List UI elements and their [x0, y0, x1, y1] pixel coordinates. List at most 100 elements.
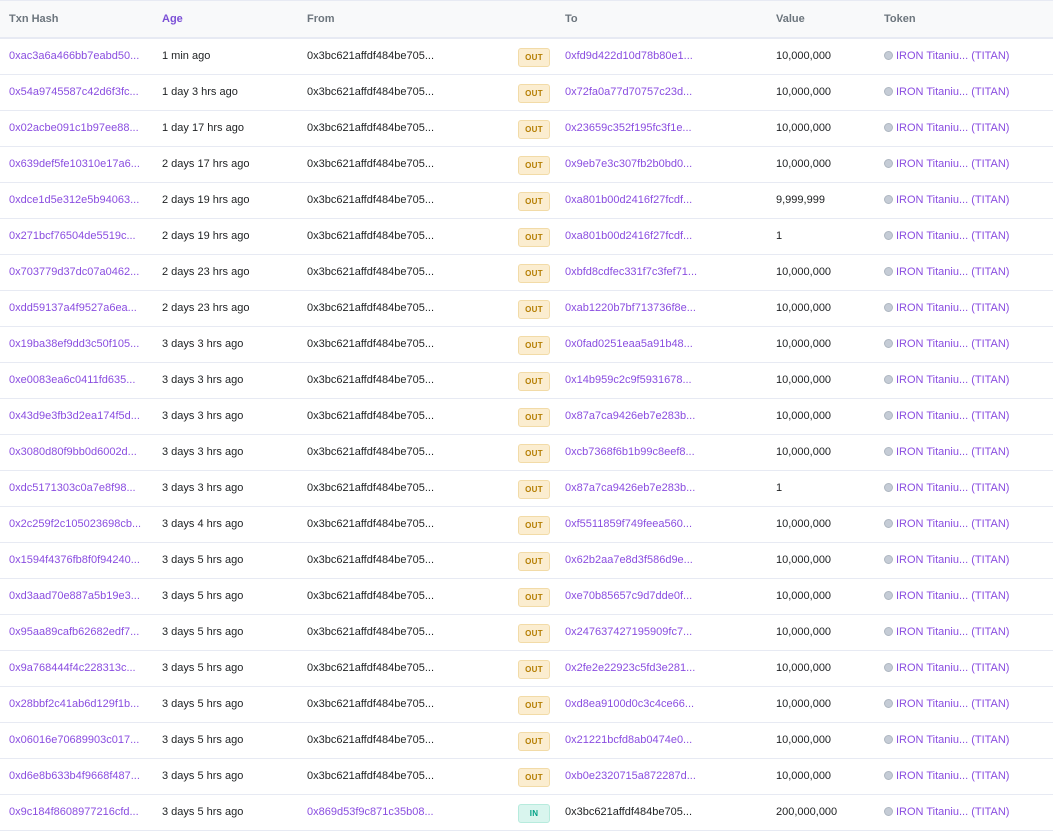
- token-link[interactable]: IRON Titaniu... (TITAN): [884, 122, 1009, 134]
- token-link[interactable]: IRON Titaniu... (TITAN): [884, 734, 1009, 746]
- token-link[interactable]: IRON Titaniu... (TITAN): [884, 338, 1009, 350]
- to-address[interactable]: 0xd8ea9100d0c3c4ce66...: [565, 698, 694, 710]
- token-label: IRON Titaniu... (TITAN): [896, 50, 1010, 62]
- value-text: 10,000,000: [776, 50, 832, 62]
- value-text: 1: [776, 230, 783, 242]
- direction-badge: OUT: [518, 120, 550, 139]
- txn-hash-link[interactable]: 0x3080d80f9bb0d6002d...: [9, 446, 137, 458]
- from-address[interactable]: 0x869d53f9c871c35b08...: [307, 806, 434, 818]
- token-link[interactable]: IRON Titaniu... (TITAN): [884, 230, 1009, 242]
- token-link[interactable]: IRON Titaniu... (TITAN): [884, 590, 1009, 602]
- to-address[interactable]: 0xa801b00d2416f27fcdf...: [565, 194, 692, 206]
- age-text: 2 days 17 hrs ago: [162, 158, 250, 170]
- to-address[interactable]: 0x87a7ca9426eb7e283b...: [565, 410, 695, 422]
- txn-hash-link[interactable]: 0x9a768444f4c228313c...: [9, 662, 136, 674]
- value-text: 10,000,000: [776, 626, 832, 638]
- to-address[interactable]: 0x21221bcfd8ab0474e0...: [565, 734, 692, 746]
- token-link[interactable]: IRON Titaniu... (TITAN): [884, 158, 1009, 170]
- token-label: IRON Titaniu... (TITAN): [896, 86, 1010, 98]
- to-address[interactable]: 0x2fe2e22923c5fd3e281...: [565, 662, 695, 674]
- age-text: 3 days 3 hrs ago: [162, 338, 244, 350]
- token-link[interactable]: IRON Titaniu... (TITAN): [884, 770, 1009, 782]
- to-address[interactable]: 0xcb7368f6b1b99c8eef8...: [565, 446, 695, 458]
- token-link[interactable]: IRON Titaniu... (TITAN): [884, 374, 1009, 386]
- age-text: 1 min ago: [162, 50, 211, 62]
- token-label: IRON Titaniu... (TITAN): [896, 302, 1010, 314]
- txn-hash-link[interactable]: 0x43d9e3fb3d2ea174f5d...: [9, 410, 140, 422]
- to-address[interactable]: 0xab1220b7bf713736f8e...: [565, 302, 696, 314]
- token-link[interactable]: IRON Titaniu... (TITAN): [884, 266, 1009, 278]
- to-address[interactable]: 0xf5511859f749feea560...: [565, 518, 692, 530]
- token-link[interactable]: IRON Titaniu... (TITAN): [884, 698, 1009, 710]
- to-address[interactable]: 0x87a7ca9426eb7e283b...: [565, 482, 695, 494]
- to-address[interactable]: 0x62b2aa7e8d3f586d9e...: [565, 554, 693, 566]
- age-text: 3 days 5 hrs ago: [162, 806, 244, 818]
- to-address[interactable]: 0xb0e2320715a872287d...: [565, 770, 696, 782]
- age-text: 3 days 5 hrs ago: [162, 626, 244, 638]
- from-address: 0x3bc621affdf484be705...: [307, 410, 435, 422]
- table-row: 0xd6e8b633b4f9668f487... 3 days 5 hrs ago…: [0, 759, 1053, 795]
- token-link[interactable]: IRON Titaniu... (TITAN): [884, 518, 1009, 530]
- token-link[interactable]: IRON Titaniu... (TITAN): [884, 626, 1009, 638]
- txn-hash-link[interactable]: 0x19ba38ef9dd3c50f105...: [9, 338, 139, 350]
- header-token: Token: [884, 13, 916, 25]
- token-link[interactable]: IRON Titaniu... (TITAN): [884, 554, 1009, 566]
- table-body: 0xac3a6a466bb7eabd50... 1 min ago 0x3bc621…: [0, 39, 1053, 831]
- token-link[interactable]: IRON Titaniu... (TITAN): [884, 50, 1009, 62]
- direction-badge: OUT: [518, 408, 550, 427]
- token-coin-icon: [884, 87, 893, 96]
- direction-badge: OUT: [518, 264, 550, 283]
- token-link[interactable]: IRON Titaniu... (TITAN): [884, 662, 1009, 674]
- txn-hash-link[interactable]: 0x271bcf76504de5519c...: [9, 230, 136, 242]
- to-address[interactable]: 0x23659c352f195fc3f1e...: [565, 122, 692, 134]
- to-address[interactable]: 0xa801b00d2416f27fcdf...: [565, 230, 692, 242]
- to-address: 0x3bc621affdf484be705...: [565, 806, 693, 818]
- txn-hash-link[interactable]: 0xe0083ea6c0411fd635...: [9, 374, 135, 386]
- token-link[interactable]: IRON Titaniu... (TITAN): [884, 194, 1009, 206]
- direction-badge: OUT: [518, 768, 550, 787]
- txn-hash-link[interactable]: 0xd3aad70e887a5b19e3...: [9, 590, 140, 602]
- token-link[interactable]: IRON Titaniu... (TITAN): [884, 410, 1009, 422]
- from-address: 0x3bc621affdf484be705...: [307, 230, 435, 242]
- txn-hash-link[interactable]: 0x54a9745587c42d6f3fc...: [9, 86, 139, 98]
- token-link[interactable]: IRON Titaniu... (TITAN): [884, 302, 1009, 314]
- to-address[interactable]: 0x9eb7e3c307fb2b0bd0...: [565, 158, 692, 170]
- token-link[interactable]: IRON Titaniu... (TITAN): [884, 86, 1009, 98]
- token-link[interactable]: IRON Titaniu... (TITAN): [884, 482, 1009, 494]
- txn-hash-link[interactable]: 0x28bbf2c41ab6d129f1b...: [9, 698, 139, 710]
- txn-hash-link[interactable]: 0xdce1d5e312e5b94063...: [9, 194, 139, 206]
- token-label: IRON Titaniu... (TITAN): [896, 194, 1010, 206]
- token-coin-icon: [884, 123, 893, 132]
- to-address[interactable]: 0xbfd8cdfec331f7c3fef71...: [565, 266, 697, 278]
- token-link[interactable]: IRON Titaniu... (TITAN): [884, 806, 1009, 818]
- to-address[interactable]: 0x72fa0a77d70757c23d...: [565, 86, 692, 98]
- txn-hash-link[interactable]: 0xd6e8b633b4f9668f487...: [9, 770, 140, 782]
- token-label: IRON Titaniu... (TITAN): [896, 410, 1010, 422]
- direction-badge: OUT: [518, 156, 550, 175]
- txn-hash-link[interactable]: 0x703779d37dc07a0462...: [9, 266, 139, 278]
- txn-hash-link[interactable]: 0x1594f4376fb8f0f94240...: [9, 554, 140, 566]
- header-age[interactable]: Age: [162, 13, 183, 25]
- to-address[interactable]: 0x247637427195909fc7...: [565, 626, 692, 638]
- from-address: 0x3bc621affdf484be705...: [307, 734, 435, 746]
- to-address[interactable]: 0x0fad0251eaa5a91b48...: [565, 338, 693, 350]
- txn-hash-link[interactable]: 0x02acbe091c1b97ee88...: [9, 122, 139, 134]
- from-address: 0x3bc621affdf484be705...: [307, 266, 435, 278]
- txn-hash-link[interactable]: 0xdc5171303c0a7e8f98...: [9, 482, 136, 494]
- txn-hash-link[interactable]: 0x95aa89cafb62682edf7...: [9, 626, 139, 638]
- to-address[interactable]: 0xfd9d422d10d78b80e1...: [565, 50, 693, 62]
- token-link[interactable]: IRON Titaniu... (TITAN): [884, 446, 1009, 458]
- token-coin-icon: [884, 303, 893, 312]
- txn-hash-link[interactable]: 0x2c259f2c105023698cb...: [9, 518, 141, 530]
- from-address: 0x3bc621affdf484be705...: [307, 50, 435, 62]
- txn-hash-link[interactable]: 0x06016e70689903c017...: [9, 734, 139, 746]
- txn-hash-link[interactable]: 0x639def5fe10310e17a6...: [9, 158, 140, 170]
- to-address[interactable]: 0xe70b85657c9d7dde0f...: [565, 590, 692, 602]
- txn-hash-link[interactable]: 0x9c184f8608977216cfd...: [9, 806, 139, 818]
- direction-badge: OUT: [518, 444, 550, 463]
- txn-hash-link[interactable]: 0xdd59137a4f9527a6ea...: [9, 302, 137, 314]
- to-address[interactable]: 0x14b959c2c9f5931678...: [565, 374, 692, 386]
- txn-hash-link[interactable]: 0xac3a6a466bb7eabd50...: [9, 50, 139, 62]
- header-value: Value: [776, 13, 805, 25]
- direction-badge: OUT: [518, 660, 550, 679]
